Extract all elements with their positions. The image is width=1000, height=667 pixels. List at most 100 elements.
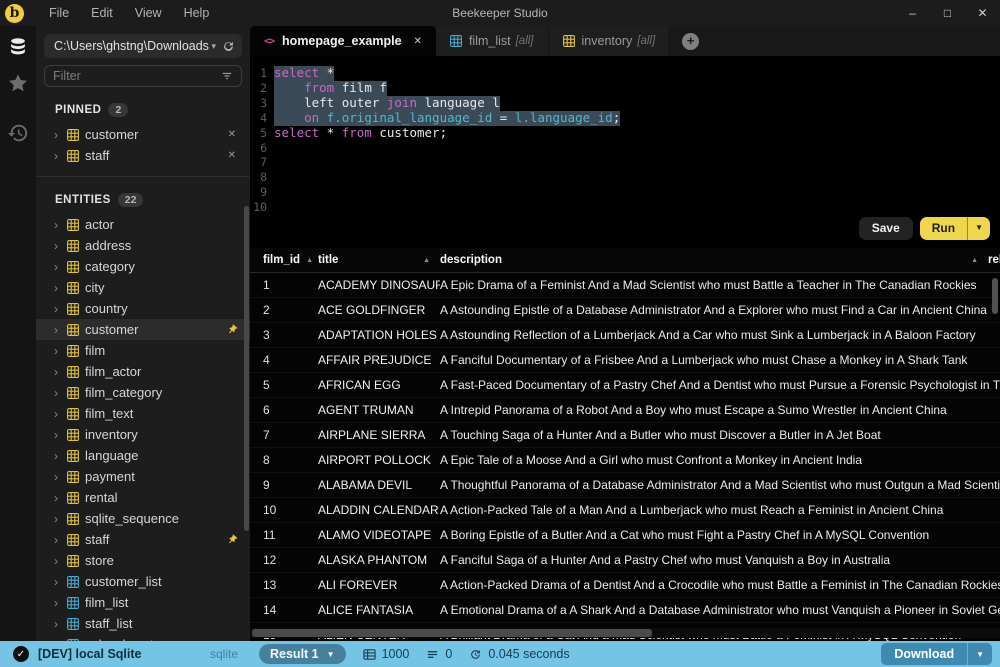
code-line[interactable]: 9 — [250, 185, 1000, 200]
table-row[interactable]: 7AIRPLANE SIERRAA Touching Saga of a Hun… — [250, 423, 1000, 448]
chevron-right-icon[interactable]: › — [54, 219, 62, 231]
entity-filter[interactable] — [44, 65, 242, 87]
code-line[interactable]: 10 — [250, 200, 1000, 215]
sidebar-item-language[interactable]: ›language — [36, 445, 250, 466]
cell-description[interactable]: A Touching Saga of a Hunter And a Butler… — [440, 428, 1000, 442]
cell-title[interactable]: ALICE FANTASIA — [318, 603, 440, 617]
code-line[interactable]: 5select * from customer; — [250, 126, 1000, 141]
chevron-right-icon[interactable]: › — [54, 492, 62, 504]
code-line[interactable]: 3 left outer join language l — [250, 96, 1000, 111]
code-line[interactable]: 2 from film f — [250, 81, 1000, 96]
code-line[interactable]: 1select * — [250, 66, 1000, 81]
sidebar-item-sqlite_sequence[interactable]: ›sqlite_sequence — [36, 508, 250, 529]
save-button[interactable]: Save — [859, 217, 913, 240]
chevron-right-icon[interactable]: › — [54, 366, 62, 378]
new-tab-button[interactable]: + — [682, 33, 699, 50]
cell-film-id[interactable]: 7 — [250, 428, 318, 442]
chevron-right-icon[interactable]: › — [54, 303, 62, 315]
chevron-right-icon[interactable]: › — [54, 555, 62, 567]
run-options-caret[interactable]: ▼ — [967, 217, 990, 240]
sidebar-item-staff[interactable]: ›staff✕ — [36, 145, 250, 166]
code-line[interactable]: 6 — [250, 141, 1000, 156]
cell-film-id[interactable]: 3 — [250, 328, 318, 342]
table-row[interactable]: 3ADAPTATION HOLESA Astounding Reflection… — [250, 323, 1000, 348]
sidebar-item-staff[interactable]: ›staff — [36, 529, 250, 550]
code-line[interactable]: 7 — [250, 155, 1000, 170]
cell-film-id[interactable]: 10 — [250, 503, 318, 517]
cell-title[interactable]: AFFAIR PREJUDICE — [318, 353, 440, 367]
tab-homepage_example[interactable]: <>homepage_example✕ — [250, 26, 436, 56]
chevron-right-icon[interactable]: › — [54, 129, 62, 141]
sidebar-item-actor[interactable]: ›actor — [36, 214, 250, 235]
cell-film-id[interactable]: 4 — [250, 353, 318, 367]
table-row[interactable]: 14ALICE FANTASIAA Emotional Drama of a A… — [250, 598, 1000, 623]
cell-title[interactable]: ALI FOREVER — [318, 578, 440, 592]
sidebar-item-customer_list[interactable]: ›customer_list — [36, 571, 250, 592]
sidebar-item-film[interactable]: ›film — [36, 340, 250, 361]
chevron-right-icon[interactable]: › — [54, 345, 62, 357]
sidebar-item-city[interactable]: ›city — [36, 277, 250, 298]
pin-icon[interactable] — [224, 321, 241, 338]
column-header-description[interactable]: description▲ — [440, 254, 988, 266]
cell-title[interactable]: ALAMO VIDEOTAPE — [318, 528, 440, 542]
sidebar-item-category[interactable]: ›category — [36, 256, 250, 277]
connection-dropdown[interactable]: C:\Users\ghstng\Downloads ▾ — [44, 34, 242, 58]
cell-description[interactable]: A Epic Drama of a Feminist And a Mad Sci… — [440, 278, 1000, 292]
sidebar-item-film_list[interactable]: ›film_list — [36, 592, 250, 613]
sidebar-item-inventory[interactable]: ›inventory — [36, 424, 250, 445]
cell-film-id[interactable]: 12 — [250, 553, 318, 567]
table-row[interactable]: 12ALASKA PHANTOMA Fanciful Saga of a Hun… — [250, 548, 1000, 573]
filter-input[interactable] — [53, 69, 221, 83]
cell-title[interactable]: ALABAMA DEVIL — [318, 478, 440, 492]
tab-film_list[interactable]: film_list[all] — [436, 26, 549, 56]
cell-film-id[interactable]: 5 — [250, 378, 318, 392]
vertical-scrollbar[interactable] — [992, 278, 998, 314]
column-header-title[interactable]: title▲ — [318, 254, 440, 266]
sort-asc-icon[interactable]: ▲ — [306, 257, 313, 264]
cell-title[interactable]: AFRICAN EGG — [318, 378, 440, 392]
sort-asc-icon[interactable]: ▲ — [971, 257, 978, 264]
cell-description[interactable]: A Fast-Paced Documentary of a Pastry Che… — [440, 378, 1000, 392]
cell-description[interactable]: A Astounding Reflection of a Lumberjack … — [440, 328, 1000, 342]
cell-description[interactable]: A Astounding Epistle of a Database Admin… — [440, 303, 1000, 317]
code-area[interactable]: 1select *2 from film f3 left outer join … — [250, 66, 1000, 215]
result-selector[interactable]: Result 1 ▼ — [259, 644, 346, 664]
cell-film-id[interactable]: 1 — [250, 278, 318, 292]
menu-edit[interactable]: Edit — [80, 6, 124, 20]
chevron-right-icon[interactable]: › — [54, 324, 62, 336]
sidebar-item-staff_list[interactable]: ›staff_list — [36, 613, 250, 634]
chevron-right-icon[interactable]: › — [54, 282, 62, 294]
run-button[interactable]: Run — [920, 217, 967, 240]
cell-description[interactable]: A Boring Epistle of a Butler And a Cat w… — [440, 528, 1000, 542]
cell-description[interactable]: A Fanciful Saga of a Hunter And a Pastry… — [440, 553, 1000, 567]
horizontal-scrollbar[interactable] — [252, 629, 652, 637]
sidebar-scrollbar[interactable] — [244, 206, 249, 531]
code-line[interactable]: 8 — [250, 170, 1000, 185]
unpin-close-icon[interactable]: ✕ — [228, 150, 236, 161]
chevron-right-icon[interactable]: › — [54, 597, 62, 609]
menu-file[interactable]: File — [38, 6, 80, 20]
chevron-right-icon[interactable]: › — [54, 150, 62, 162]
rail-tables-button[interactable] — [6, 36, 30, 60]
sort-asc-icon[interactable]: ▲ — [423, 257, 430, 264]
cell-description[interactable]: A Intrepid Panorama of a Robot And a Boy… — [440, 403, 1000, 417]
chevron-right-icon[interactable]: › — [54, 429, 62, 441]
sidebar-item-store[interactable]: ›store — [36, 550, 250, 571]
cell-title[interactable]: ALASKA PHANTOM — [318, 553, 440, 567]
sidebar-item-payment[interactable]: ›payment — [36, 466, 250, 487]
sidebar-item-address[interactable]: ›address — [36, 235, 250, 256]
table-row[interactable]: 10ALADDIN CALENDARA Action-Packed Tale o… — [250, 498, 1000, 523]
sidebar-item-rental[interactable]: ›rental — [36, 487, 250, 508]
close-button[interactable]: ✕ — [965, 6, 1000, 20]
chevron-right-icon[interactable]: › — [54, 261, 62, 273]
sidebar-item-sales_by_store[interactable]: ›sales_by_store — [36, 634, 250, 641]
sidebar-item-film_category[interactable]: ›film_category — [36, 382, 250, 403]
cell-description[interactable]: A Action-Packed Tale of a Man And a Lumb… — [440, 503, 1000, 517]
cell-title[interactable]: ALADDIN CALENDAR — [318, 503, 440, 517]
code-line[interactable]: 4 on f.original_language_id = l.language… — [250, 111, 1000, 126]
chevron-right-icon[interactable]: › — [54, 240, 62, 252]
cell-description[interactable]: A Action-Packed Drama of a Dentist And a… — [440, 578, 1000, 592]
filter-icon[interactable] — [221, 70, 233, 82]
cell-film-id[interactable]: 14 — [250, 603, 318, 617]
chevron-right-icon[interactable]: › — [54, 513, 62, 525]
